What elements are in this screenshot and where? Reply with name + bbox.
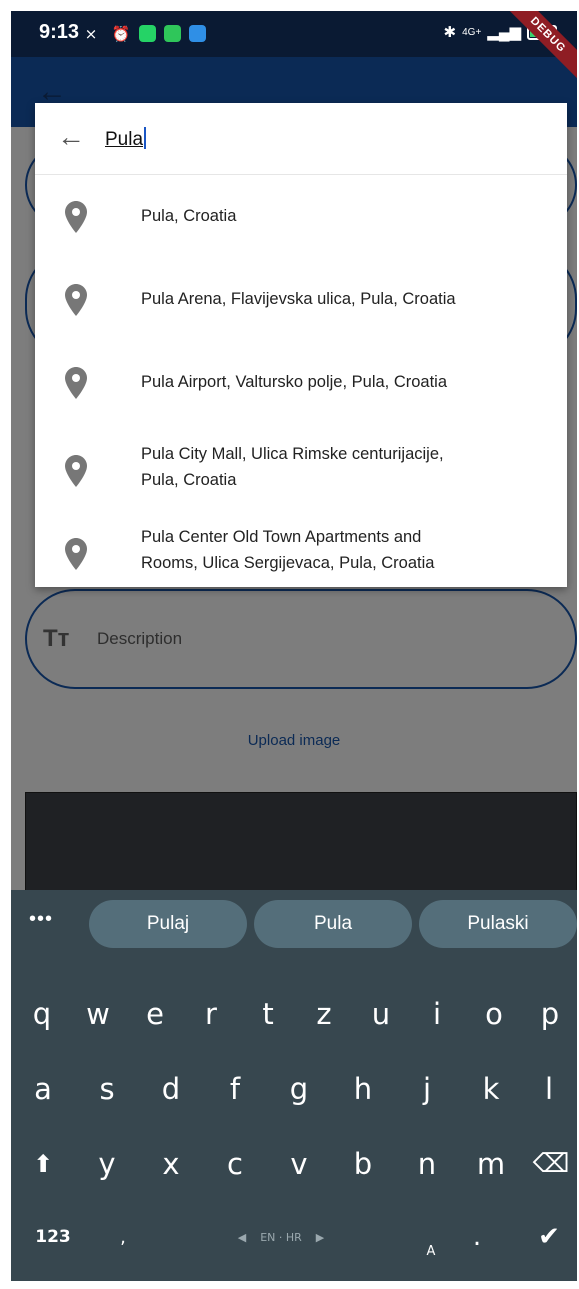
word-suggestion-chip[interactable]: Pulaski [419, 900, 577, 948]
place-search-popup: ← Pula Pula, Croatia Pula Arena, Flavije… [35, 103, 567, 587]
search-back-icon[interactable]: ← [57, 121, 85, 153]
suggestion-item[interactable]: Pula Arena, Flavijevska ulica, Pula, Cro… [35, 258, 567, 340]
key-b[interactable]: b [333, 1134, 393, 1194]
enter-key-icon[interactable]: ✔ [519, 1207, 577, 1267]
phone-screen: 9:13 ⨯ ⏰ ✱ 4G+ ▂▄▆ DEBUG ← Tт Descriptio… [11, 11, 577, 1281]
backspace-key-icon[interactable]: ⌫ [521, 1134, 577, 1194]
suggestion-text: Pula Airport, Valtursko polje, Pula, Cro… [141, 373, 448, 391]
key-u[interactable]: u [351, 984, 411, 1044]
signal-icon: ▂▄▆ [487, 24, 521, 41]
search-input[interactable]: Pula [105, 127, 147, 151]
key-r[interactable]: r [181, 984, 241, 1044]
location-pin-icon [65, 367, 87, 399]
app-notification-icon [164, 25, 181, 42]
word-suggestion-chip[interactable]: Pulaj [89, 900, 247, 948]
key-x[interactable]: x [141, 1134, 201, 1194]
suggestion-item[interactable]: Pula Airport, Valtursko polje, Pula, Cro… [35, 341, 567, 423]
key-n[interactable]: n [397, 1134, 457, 1194]
key-g[interactable]: g [269, 1059, 329, 1119]
whatsapp-icon [139, 25, 156, 42]
key-e[interactable]: e [125, 984, 185, 1044]
key-y[interactable]: y [77, 1134, 137, 1194]
suggestion-item[interactable]: Pula Center Old Town Apartments and Rooms… [35, 506, 567, 588]
key-d[interactable]: d [141, 1059, 201, 1119]
location-pin-icon [65, 538, 87, 570]
numbers-key[interactable]: 123 [23, 1207, 83, 1267]
key-c[interactable]: c [205, 1134, 265, 1194]
keyboard-row-2: a s d f g h j k l [11, 1059, 577, 1119]
period-key[interactable]: . [447, 1207, 507, 1267]
key-t[interactable]: t [238, 984, 298, 1044]
key-l[interactable]: l [519, 1059, 577, 1119]
suggestion-text: Pula Arena, Flavijevska ulica, Pula, Cro… [141, 290, 456, 308]
key-w[interactable]: w [68, 984, 128, 1044]
suggestion-text: Pula City Mall, Ulica Rimske centurijaci… [141, 445, 444, 489]
image-preview [25, 792, 577, 902]
keyboard-row-3: ⬆ y x c v b n m ⌫ [11, 1134, 577, 1194]
key-z[interactable]: z [294, 984, 354, 1044]
location-pin-icon [65, 201, 87, 233]
language-label: EN · HR [260, 1230, 302, 1244]
suggestion-text: Pula Center Old Town Apartments and Rooms… [141, 528, 435, 572]
key-h[interactable]: h [333, 1059, 393, 1119]
text-format-icon: Tт [43, 625, 70, 652]
key-j[interactable]: j [397, 1059, 457, 1119]
keyboard: ••• Pulaj Pula Pulaski q w e r t z u i o… [11, 890, 577, 1281]
status-bar: 9:13 ⨯ ⏰ ✱ 4G+ ▂▄▆ [11, 11, 577, 57]
key-f[interactable]: f [205, 1059, 265, 1119]
word-suggestion-chip[interactable]: Pula [254, 900, 412, 948]
keyboard-suggestion-strip: ••• Pulaj Pula Pulaski [11, 890, 577, 952]
bluetooth-icon: ✱ [443, 24, 457, 41]
suggestion-text: Pula, Croatia [141, 207, 237, 225]
upload-image-button[interactable]: Upload image [11, 732, 577, 749]
key-v[interactable]: v [269, 1134, 329, 1194]
alarm-icon: ⏰ [111, 26, 131, 43]
key-o[interactable]: o [464, 984, 524, 1044]
keyboard-notification-icon [189, 25, 206, 42]
status-time: 9:13 [39, 21, 80, 43]
mute-notification-icon: ⨯ [84, 26, 98, 43]
network-type: 4G+ [462, 26, 482, 38]
key-k[interactable]: k [461, 1059, 521, 1119]
key-p[interactable]: p [520, 984, 577, 1044]
description-field[interactable]: Tт Description [25, 589, 577, 689]
comma-key[interactable]: , [93, 1207, 153, 1267]
keyboard-row-1: q w e r t z u i o p [11, 984, 577, 1044]
suggestion-item[interactable]: Pula, Croatia [35, 175, 567, 257]
keyboard-row-4: 123 , ◀ EN · HR ▶ A . ✔ [11, 1207, 577, 1267]
key-i[interactable]: i [407, 984, 467, 1044]
text-caret [144, 127, 147, 149]
location-pin-icon [65, 455, 87, 487]
key-a[interactable]: a [13, 1059, 73, 1119]
key-s[interactable]: s [77, 1059, 137, 1119]
location-pin-icon [65, 284, 87, 316]
key-q[interactable]: q [12, 984, 72, 1044]
description-label: Description [97, 629, 183, 648]
more-options-icon[interactable]: ••• [29, 908, 53, 931]
space-bar[interactable]: ◀ EN · HR ▶ [181, 1207, 381, 1267]
shift-key-icon[interactable]: ⬆ [13, 1134, 73, 1194]
suggestion-item[interactable]: Pula City Mall, Ulica Rimske centurijaci… [35, 423, 567, 505]
search-bar: ← Pula [35, 103, 567, 175]
key-m[interactable]: m [461, 1134, 521, 1194]
